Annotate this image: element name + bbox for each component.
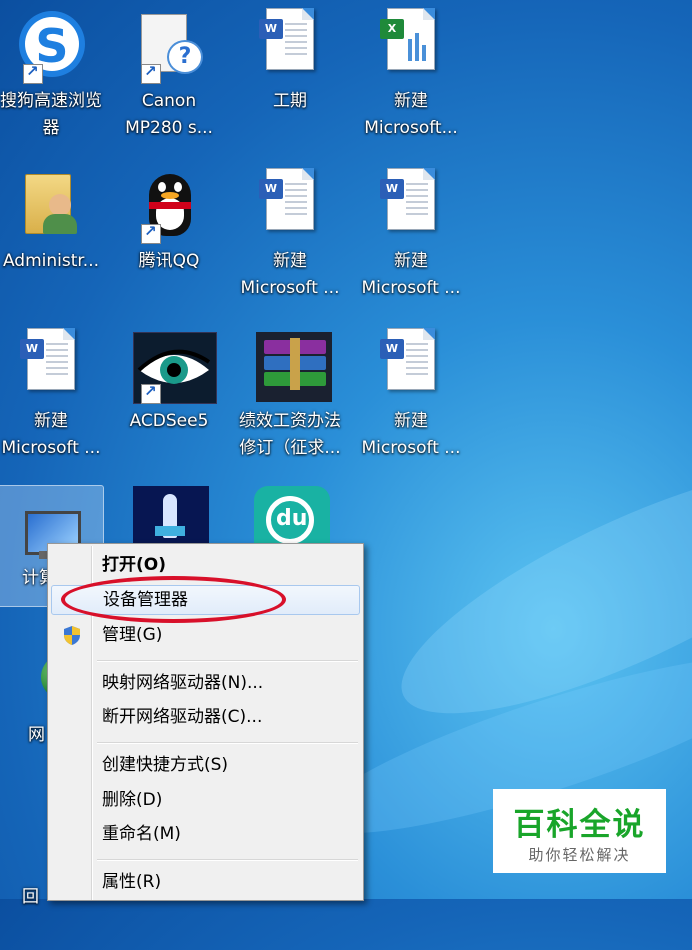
icon-label: 新建 [34, 411, 68, 431]
icon-label: 修订（征求... [239, 438, 341, 458]
icon-label: 新建 [394, 411, 428, 431]
menu-item-rename[interactable]: 重命名(M) [51, 819, 358, 849]
desktop-icon-gongqi[interactable]: W 工期 [231, 0, 349, 150]
icon-label: Administr... [2, 251, 100, 271]
icon-label: 新建 [394, 251, 428, 271]
icon-label: 搜狗高速浏览 [0, 91, 102, 111]
icon-label: 工期 [273, 91, 307, 111]
qq-penguin-icon [139, 168, 199, 244]
desktop-icon-new-word-2[interactable]: W 新建 Microsoft ... [352, 160, 470, 310]
user-folder-icon [21, 168, 81, 238]
excel-document-icon: X [380, 8, 441, 78]
icon-label: 回 [22, 887, 39, 907]
icon-label: 器 [42, 118, 60, 138]
audio-app-icon[interactable]: du [254, 486, 330, 546]
sogou-browser-icon: S [19, 8, 85, 84]
icon-label: 新建 [273, 251, 307, 271]
highlight-ellipse [61, 576, 286, 623]
icon-label: ACDSee5 [129, 411, 209, 431]
uac-shield-icon [62, 625, 82, 646]
icon-label: Microsoft... [364, 118, 458, 138]
icon-label: Microsoft ... [1, 438, 101, 458]
icon-label: Microsoft ... [361, 438, 461, 458]
menu-separator [97, 742, 358, 744]
desktop-icon-administrator[interactable]: Administr... [0, 160, 110, 310]
desktop-icon-new-word-1[interactable]: W 新建 Microsoft ... [231, 160, 349, 310]
desktop-icon-winrar-archive[interactable]: 绩效工资办法 修订（征求... [231, 320, 349, 470]
rocket-app-icon[interactable] [133, 486, 209, 546]
desktop-icon-acdsee[interactable]: ACDSee5 [110, 320, 228, 470]
desktop-icon-canon[interactable]: ? Canon MP280 s... [110, 0, 228, 150]
menu-item-map-network-drive[interactable]: 映射网络驱动器(N)... [51, 668, 358, 698]
winrar-archive-icon [256, 328, 332, 402]
word-document-icon: W [20, 328, 81, 398]
icon-label: Microsoft ... [240, 278, 340, 298]
desktop-icon-new-excel[interactable]: X 新建 Microsoft... [352, 0, 470, 150]
desktop-icon-qq[interactable]: 腾讯QQ [110, 160, 228, 310]
menu-item-disconnect-network-drive[interactable]: 断开网络驱动器(C)... [51, 702, 358, 732]
icon-label: 绩效工资办法 [239, 411, 341, 431]
menu-separator [97, 660, 358, 662]
icon-label: Microsoft ... [361, 278, 461, 298]
icon-label: 腾讯QQ [138, 251, 200, 271]
menu-separator [97, 859, 358, 861]
desktop-icon-sogou-browser[interactable]: S 搜狗高速浏览器 [0, 0, 110, 150]
icon-label: 网 [28, 725, 45, 745]
menu-item-open[interactable]: 打开(O) [51, 550, 358, 580]
icon-label: 新建 [394, 91, 428, 111]
watermark-title: 百科全说 [513, 807, 646, 843]
word-document-icon: W [259, 168, 320, 238]
menu-item-properties[interactable]: 属性(R) [51, 867, 358, 897]
word-document-icon: W [259, 8, 320, 78]
menu-item-manage[interactable]: 管理(G) [51, 620, 358, 650]
word-document-icon: W [380, 168, 441, 238]
baike-watermark: 百科全说 助你轻松解决 [493, 789, 666, 873]
acdsee-eye-icon [133, 328, 217, 404]
canon-printer-help-icon: ? [139, 8, 203, 84]
menu-item-delete[interactable]: 删除(D) [51, 785, 358, 815]
icon-label: Canon [141, 91, 197, 111]
desktop-icon-new-word-4[interactable]: W 新建 Microsoft ... [352, 320, 470, 470]
menu-item-create-shortcut[interactable]: 创建快捷方式(S) [51, 750, 358, 780]
watermark-subtitle: 助你轻松解决 [528, 846, 631, 864]
desktop-icon-new-word-3[interactable]: W 新建 Microsoft ... [0, 320, 110, 470]
word-document-icon: W [380, 328, 441, 398]
icon-label: MP280 s... [125, 118, 213, 138]
